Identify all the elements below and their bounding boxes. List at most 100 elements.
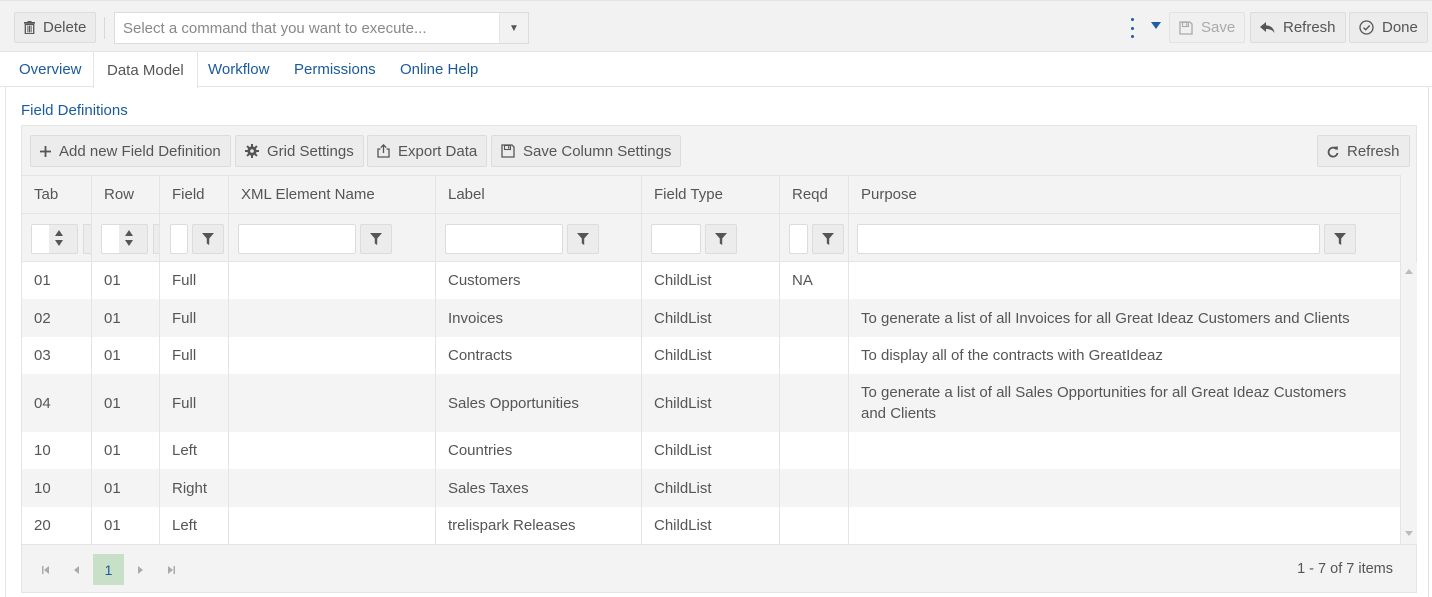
grid-refresh-button[interactable]: Refresh (1317, 135, 1410, 167)
column-header-purpose[interactable]: Purpose (849, 176, 1400, 213)
cell-reqd (780, 432, 849, 469)
stepper-down-icon[interactable] (55, 240, 63, 246)
filter-icon (822, 233, 834, 245)
column-header-label: Purpose (861, 186, 917, 203)
page-1-button[interactable]: 1 (93, 554, 124, 585)
cell-xml-element-name (229, 299, 436, 337)
export-data-button[interactable]: Export Data (367, 135, 488, 167)
table-row[interactable]: 20 01 Left trelispark Releases ChildList (22, 507, 1400, 544)
cell-xml-element-name (229, 374, 436, 432)
column-header-row[interactable]: Row (92, 176, 160, 213)
column-header-label: Label (448, 186, 485, 203)
filter-icon (202, 233, 214, 245)
reqd-filter-button[interactable] (812, 224, 844, 254)
grid-toolbar: Add new Field Definition Grid Settings E… (22, 126, 1416, 175)
save-button[interactable]: Save (1169, 12, 1246, 43)
purpose-filter-input[interactable] (857, 224, 1320, 254)
cell-xml-element-name (229, 337, 436, 374)
cell-field-type: ChildList (642, 262, 780, 299)
filter-cell-row (92, 214, 160, 261)
filter-icon (715, 233, 727, 245)
next-page-icon[interactable] (124, 554, 155, 585)
cell-label: Invoices (436, 299, 642, 337)
last-page-icon[interactable] (155, 554, 186, 585)
stepper-up-icon[interactable] (125, 230, 133, 236)
row-filter-button[interactable] (153, 224, 159, 254)
stepper-up-icon[interactable] (55, 230, 63, 236)
grid-header: Tab Row Field XML Element Name Label Fie… (22, 175, 1400, 213)
grid-settings-button[interactable]: Grid Settings (235, 135, 364, 167)
add-field-definition-button[interactable]: Add new Field Definition (30, 135, 231, 167)
tab-workflow[interactable]: Workflow (195, 52, 282, 87)
column-header-label: Row (104, 186, 135, 203)
column-header-field[interactable]: Field (160, 176, 229, 213)
more-options-icon[interactable] (1125, 18, 1139, 38)
save-column-settings-button[interactable]: Save Column Settings (491, 135, 682, 167)
filter-cell-purpose (849, 214, 1400, 261)
purpose-filter-button[interactable] (1324, 224, 1356, 254)
tab-data-model[interactable]: Data Model (93, 52, 198, 88)
command-select[interactable]: ▼ (114, 12, 529, 44)
command-input[interactable] (115, 13, 499, 43)
tab-filter-button[interactable] (83, 224, 91, 254)
caret-down-icon[interactable] (1151, 22, 1161, 29)
scroll-down-icon[interactable] (1405, 531, 1413, 536)
tab-bar: Overview Data Model Workflow Permissions… (0, 52, 1432, 88)
stepper-down-icon[interactable] (125, 240, 133, 246)
label-filter-input[interactable] (445, 224, 563, 254)
done-button[interactable]: Done (1349, 12, 1428, 43)
label-filter-button[interactable] (567, 224, 599, 254)
table-row[interactable]: 03 01 Full Contracts ChildList To displa… (22, 337, 1400, 374)
cell-xml-element-name (229, 507, 436, 544)
table-row[interactable]: 02 01 Full Invoices ChildList To generat… (22, 299, 1400, 337)
cell-label: Sales Taxes (436, 469, 642, 507)
previous-page-icon[interactable] (61, 554, 92, 585)
cell-field: Full (160, 299, 229, 337)
table-row[interactable]: 10 01 Left Countries ChildList (22, 432, 1400, 469)
column-header-field-type[interactable]: Field Type (642, 176, 780, 213)
field-filter-button[interactable] (192, 224, 224, 254)
gear-icon (245, 144, 259, 158)
column-header-xml-element-name[interactable]: XML Element Name (229, 176, 436, 213)
first-page-icon[interactable] (30, 554, 61, 585)
cell-label: Contracts (436, 337, 642, 374)
check-circle-icon (1359, 20, 1374, 35)
xml-element-name-filter-button[interactable] (360, 224, 392, 254)
save-label: Save (1201, 19, 1236, 36)
cell-tab: 04 (22, 374, 92, 432)
tab-permissions[interactable]: Permissions (281, 52, 389, 87)
xml-element-name-filter-input[interactable] (238, 224, 356, 254)
column-header-label: XML Element Name (241, 186, 375, 203)
table-row[interactable]: 04 01 Full Sales Opportunities ChildList… (22, 374, 1400, 432)
cell-reqd (780, 507, 849, 544)
table-row[interactable]: 10 01 Right Sales Taxes ChildList (22, 469, 1400, 507)
refresh-button[interactable]: Refresh (1250, 12, 1346, 43)
cell-field-type: ChildList (642, 469, 780, 507)
delete-button[interactable]: Delete (14, 12, 97, 43)
column-header-reqd[interactable]: Reqd (780, 176, 849, 213)
column-header-label[interactable]: Label (436, 176, 642, 213)
row-filter-stepper[interactable] (101, 224, 148, 254)
cell-reqd: NA (780, 262, 849, 299)
reqd-filter-input[interactable] (789, 224, 808, 254)
cell-label: Sales Opportunities (436, 374, 642, 432)
cell-reqd (780, 337, 849, 374)
tab-online-help[interactable]: Online Help (387, 52, 491, 87)
scrollbar-track[interactable] (1401, 262, 1417, 544)
chevron-down-icon[interactable]: ▼ (499, 13, 528, 43)
field-type-filter-button[interactable] (705, 224, 737, 254)
table-row[interactable]: 01 01 Full Customers ChildList NA (22, 262, 1400, 299)
scroll-up-icon[interactable] (1405, 269, 1413, 274)
filter-cell-reqd (780, 214, 849, 261)
column-header-tab[interactable]: Tab (22, 176, 92, 213)
vertical-scrollbar[interactable] (1400, 175, 1417, 544)
refresh-icon (1327, 146, 1339, 157)
tab-overview[interactable]: Overview (6, 52, 95, 87)
tab-filter-stepper[interactable] (31, 224, 78, 254)
cell-purpose (849, 432, 1400, 469)
grid-body: 01 01 Full Customers ChildList NA 02 01 … (22, 262, 1400, 544)
field-filter-input[interactable] (170, 224, 188, 254)
cell-row: 01 (92, 374, 160, 432)
field-type-filter-input[interactable] (651, 224, 701, 254)
cell-tab: 01 (22, 262, 92, 299)
